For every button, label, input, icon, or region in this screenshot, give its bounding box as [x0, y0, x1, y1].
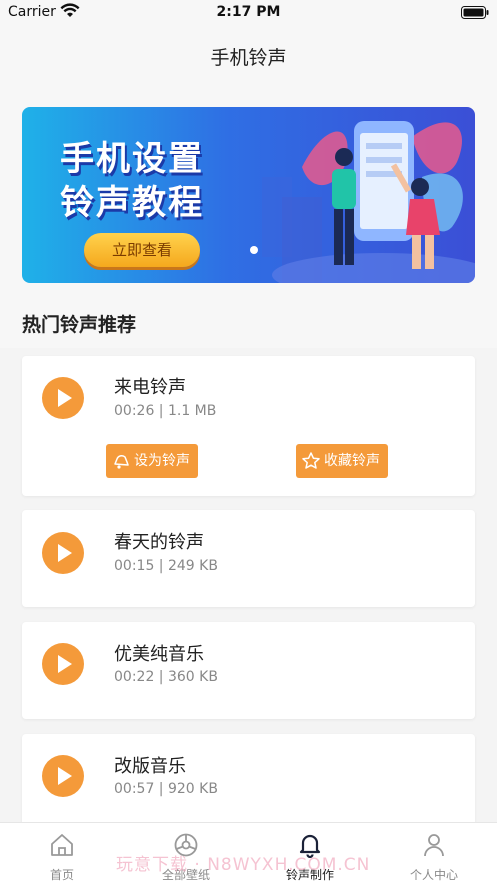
- watermark-text: 玩意下载 · N8WYXH.COM.CN: [116, 855, 371, 875]
- battery-icon: [461, 6, 489, 19]
- ringtone-card[interactable]: 优美纯音乐 00:22 | 360 KB: [22, 622, 475, 719]
- banner-title-line2: 铃声教程: [60, 183, 204, 223]
- ringtone-name: 来电铃声: [114, 377, 186, 398]
- status-bar: Carrier 2:17 PM: [0, 0, 497, 26]
- ringtone-meta: 00:26 | 1.1 MB: [114, 403, 217, 419]
- phone-illustration: [262, 121, 475, 283]
- bell-outline-icon: [114, 455, 129, 469]
- nav-bar: 手机铃声: [0, 26, 497, 86]
- page-title: 手机铃声: [210, 47, 287, 69]
- banner-title-line1: 手机设置: [60, 139, 204, 179]
- tab-label: 首页: [49, 868, 74, 882]
- person-icon: [424, 834, 444, 857]
- view-now-button[interactable]: 立即查看: [84, 233, 200, 267]
- set-ringtone-button[interactable]: 设为铃声: [106, 444, 198, 478]
- play-icon[interactable]: [42, 377, 84, 419]
- play-icon[interactable]: [42, 755, 84, 797]
- ringtone-meta: 00:57 | 920 KB: [114, 781, 218, 797]
- status-time: 2:17 PM: [216, 4, 281, 20]
- play-icon[interactable]: [42, 643, 84, 685]
- ringtone-card[interactable]: 改版音乐 00:57 | 920 KB: [22, 734, 475, 831]
- play-icon[interactable]: [42, 532, 84, 574]
- ringtone-name: 优美纯音乐: [114, 644, 204, 665]
- favorite-ringtone-button[interactable]: 收藏铃声: [296, 444, 388, 478]
- tab-profile[interactable]: 个人中心: [372, 823, 496, 883]
- carousel-indicator[interactable]: [250, 246, 258, 254]
- section-title: 热门铃声推荐: [22, 314, 137, 336]
- favorite-ringtone-label: 收藏铃声: [324, 453, 380, 469]
- tab-label: 个人中心: [409, 868, 458, 882]
- ringtone-card[interactable]: 来电铃声 00:26 | 1.1 MB 设为铃声 收藏铃声: [22, 356, 475, 496]
- set-ringtone-label: 设为铃声: [134, 453, 190, 469]
- ringtone-name: 春天的铃声: [114, 532, 204, 553]
- star-outline-icon: [302, 452, 320, 469]
- tab-home[interactable]: 首页: [0, 823, 124, 883]
- home-icon: [51, 834, 73, 856]
- ringtone-card[interactable]: 春天的铃声 00:15 | 249 KB: [22, 510, 475, 607]
- tutorial-banner[interactable]: 手机设置 铃声教程 立即查看: [22, 107, 475, 283]
- ringtone-name: 改版音乐: [114, 756, 186, 777]
- ringtone-meta: 00:22 | 360 KB: [114, 669, 218, 685]
- ringtone-meta: 00:15 | 249 KB: [114, 558, 218, 574]
